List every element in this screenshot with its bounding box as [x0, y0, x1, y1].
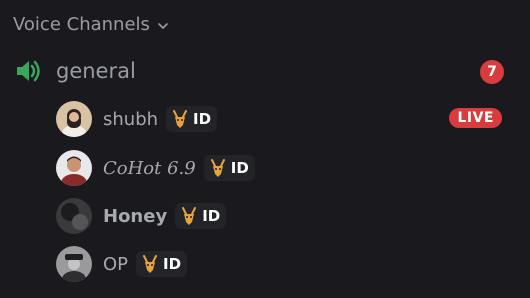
server-tag[interactable]: ID	[166, 106, 218, 132]
antelope-icon	[210, 159, 225, 177]
mention-badge: 7	[480, 60, 504, 84]
tag-label: ID	[193, 110, 212, 128]
chevron-down-icon	[158, 22, 168, 29]
avatar[interactable]	[56, 246, 92, 282]
voice-channels-category[interactable]: Voice Channels	[13, 14, 169, 35]
voice-user-op[interactable]: OP ID	[56, 246, 506, 282]
avatar[interactable]	[56, 150, 92, 186]
channel-name: general	[56, 59, 136, 83]
username: shubh	[103, 108, 159, 130]
antelope-icon	[143, 255, 158, 273]
speaker-icon	[17, 60, 40, 82]
username: CoHot 6.9	[103, 157, 196, 179]
live-badge: LIVE	[449, 108, 502, 128]
voice-user-cohot[interactable]: CoHot 6.9 ID	[56, 150, 506, 186]
username: Honey	[103, 205, 168, 227]
antelope-icon	[182, 207, 197, 225]
voice-channel-general[interactable]: general 7	[14, 56, 504, 86]
avatar[interactable]	[56, 101, 92, 137]
server-tag[interactable]: ID	[203, 155, 255, 181]
avatar[interactable]	[56, 198, 92, 234]
antelope-icon	[173, 110, 188, 128]
username: OP	[103, 253, 129, 275]
tag-label: ID	[230, 159, 249, 177]
category-title: Voice Channels	[13, 14, 150, 35]
voice-user-shubh[interactable]: shubh ID LIVE	[56, 101, 506, 137]
server-tag[interactable]: ID	[175, 203, 227, 229]
tag-label: ID	[163, 255, 182, 273]
server-tag[interactable]: ID	[136, 251, 188, 277]
tag-label: ID	[202, 207, 221, 225]
voice-user-honey[interactable]: Honey ID	[56, 198, 506, 234]
